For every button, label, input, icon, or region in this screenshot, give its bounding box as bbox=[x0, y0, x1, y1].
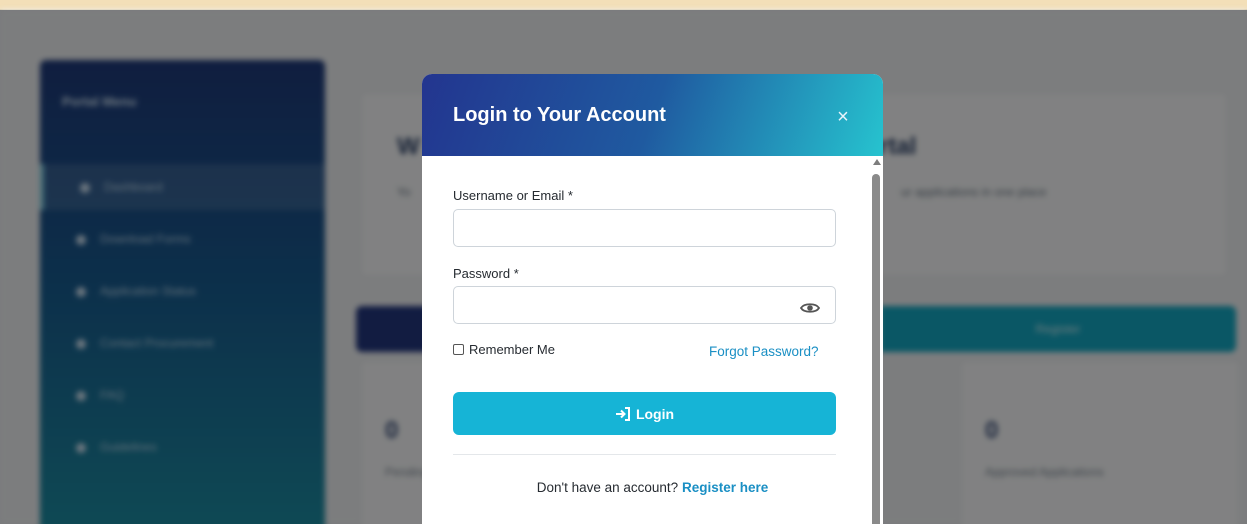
close-icon: × bbox=[837, 106, 849, 128]
login-button[interactable]: Login bbox=[453, 392, 836, 435]
sign-in-icon bbox=[615, 406, 630, 421]
eye-icon[interactable] bbox=[798, 296, 822, 320]
register-prompt: Don't have an account? Register here bbox=[422, 480, 883, 495]
register-link[interactable]: Register here bbox=[682, 480, 768, 495]
close-button[interactable]: × bbox=[828, 102, 858, 132]
scroll-thumb[interactable] bbox=[872, 174, 880, 524]
modal-body: Username or Email * Password * Remember … bbox=[422, 156, 883, 524]
modal-header: Login to Your Account × bbox=[422, 74, 883, 156]
remember-me-label: Remember Me bbox=[469, 342, 555, 357]
login-modal: Login to Your Account × Username or Emai… bbox=[422, 74, 883, 524]
username-label: Username or Email * bbox=[453, 188, 573, 203]
password-input[interactable] bbox=[453, 286, 836, 324]
login-button-label: Login bbox=[635, 405, 675, 422]
username-input[interactable] bbox=[453, 209, 836, 247]
browser-top-strip bbox=[0, 0, 1247, 10]
scroll-up-arrow-icon[interactable] bbox=[873, 159, 881, 165]
register-prompt-text: Don't have an account? bbox=[536, 480, 679, 495]
divider bbox=[453, 454, 836, 455]
checkbox-box[interactable] bbox=[453, 344, 464, 355]
modal-title: Login to Your Account bbox=[453, 104, 666, 126]
remember-me-checkbox[interactable]: Remember Me bbox=[453, 342, 555, 357]
modal-scrollbar[interactable] bbox=[870, 156, 883, 524]
password-label: Password * bbox=[453, 266, 519, 281]
forgot-password-link[interactable]: Forgot Password? bbox=[709, 344, 819, 359]
